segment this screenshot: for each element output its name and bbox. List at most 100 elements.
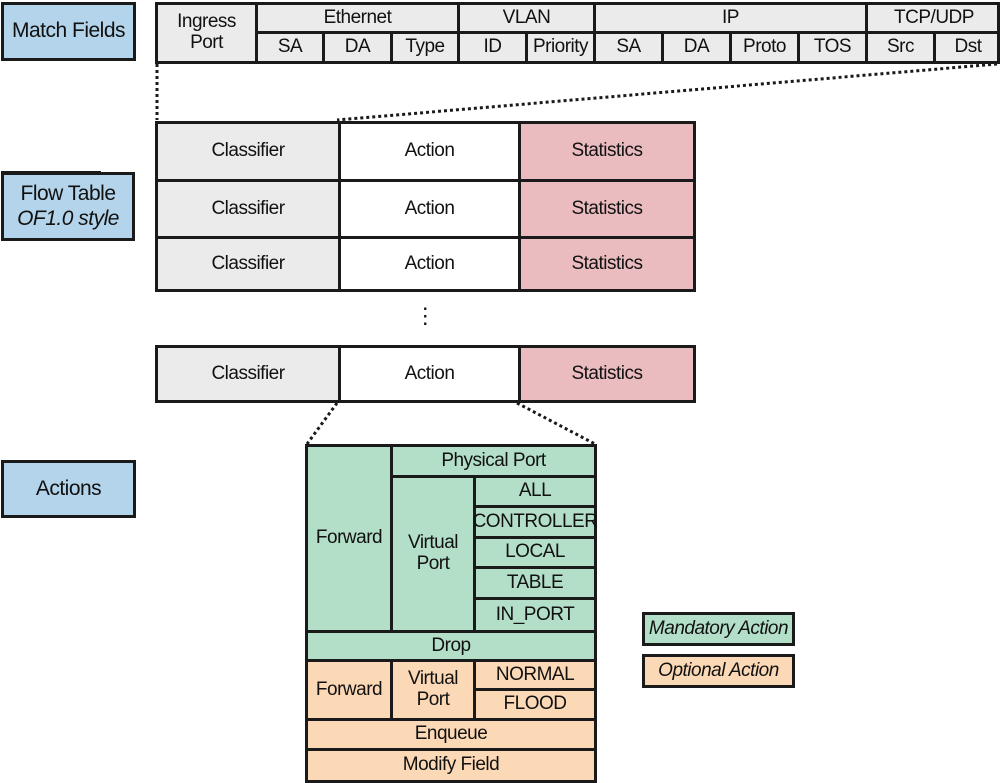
- field-name: Dst: [954, 36, 983, 58]
- field-name: Proto: [743, 36, 786, 58]
- field-name: SA: [277, 36, 303, 58]
- connector-match-right: [336, 62, 998, 122]
- drop-text: Drop: [431, 634, 471, 656]
- virtual-port-all: ALL: [476, 478, 594, 505]
- ingress-port-cell: Ingress Port: [158, 5, 255, 61]
- statistics-text: Statistics: [571, 197, 643, 219]
- virtual-port-controller: CONTROLLER: [473, 508, 598, 536]
- mandatory-virtual-port-cell: Virtual Port: [393, 478, 473, 630]
- action-cell: Action: [338, 179, 518, 236]
- modify-field-text: Modify Field: [402, 754, 500, 776]
- classifier-text: Classifier: [211, 362, 285, 384]
- statistics-cell: Statistics: [518, 236, 693, 289]
- classifier-text: Classifier: [211, 140, 285, 162]
- flow-table-label-text: Flow Table: [20, 182, 117, 206]
- optional-forward-cell: Forward: [308, 662, 390, 718]
- group-name: VLAN: [502, 6, 551, 28]
- field-name: SA: [616, 36, 641, 58]
- legend-optional: Optional Action: [642, 654, 795, 688]
- ingress-port-text: Ingress Port: [177, 11, 236, 53]
- statistics-cell: Statistics: [518, 348, 693, 400]
- virtual-port-in-port: IN_PORT: [476, 600, 594, 630]
- mandatory-forward-cell: Forward: [308, 447, 390, 630]
- field-name: Src: [887, 36, 915, 58]
- statistics-text: Statistics: [571, 140, 643, 162]
- group-name: IP: [722, 6, 739, 28]
- flow-table: Classifier Action Statistics Classifier …: [155, 121, 696, 292]
- action-cell: Action: [338, 124, 518, 179]
- virtual-port-normal: NORMAL: [476, 662, 594, 688]
- flow-table-last-row: Classifier Action Statistics: [155, 345, 696, 403]
- virtual-port-name: LOCAL: [505, 541, 565, 563]
- virtual-port-local: LOCAL: [476, 539, 594, 566]
- group-name: Ethernet: [323, 6, 392, 28]
- drop-cell: Drop: [308, 633, 594, 659]
- legend-mandatory: Mandatory Action: [642, 612, 795, 646]
- statistics-text: Statistics: [571, 362, 643, 384]
- action-text: Action: [404, 252, 455, 274]
- match-fields-label-text: Match Fields: [11, 19, 126, 43]
- statistics-text: Statistics: [571, 252, 643, 274]
- classifier-cell: Classifier: [158, 124, 338, 179]
- field-eth-sa: SA: [255, 34, 322, 61]
- virtual-port-name: NORMAL: [495, 663, 575, 685]
- classifier-cell: Classifier: [158, 348, 338, 400]
- group-name: TCP/UDP: [894, 6, 974, 28]
- action-text: Action: [404, 362, 455, 384]
- action-text: Action: [404, 140, 455, 162]
- field-name: TOS: [813, 36, 852, 58]
- statistics-cell: Statistics: [518, 179, 693, 236]
- virtual-port-name: FLOOD: [503, 693, 567, 715]
- field-eth-da: DA: [322, 34, 390, 61]
- virtual-port-text: Virtual Port: [407, 532, 459, 574]
- physical-port-cell: Physical Port: [393, 447, 594, 475]
- virtual-port-text: Virtual Port: [407, 668, 459, 710]
- field-tcp-src: Src: [865, 34, 933, 61]
- field-name: Priority: [532, 36, 589, 58]
- classifier-text: Classifier: [211, 252, 285, 274]
- actions-label: Actions: [1, 460, 136, 518]
- classifier-cell: Classifier: [158, 236, 338, 289]
- field-name: DA: [344, 36, 371, 58]
- virtual-port-name: IN_PORT: [495, 603, 575, 625]
- enqueue-text: Enqueue: [414, 723, 488, 745]
- virtual-port-table: TABLE: [476, 569, 594, 597]
- field-eth-type: Type: [390, 34, 457, 61]
- field-vlan-id: ID: [457, 34, 525, 61]
- optional-virtual-port-cell: Virtual Port: [393, 662, 473, 718]
- enqueue-cell: Enqueue: [308, 721, 594, 748]
- flow-table-label-subtitle: OF1.0 style: [17, 206, 119, 230]
- match-fields-label: Match Fields: [1, 2, 136, 61]
- legend-optional-text: Optional Action: [658, 659, 779, 681]
- field-name: ID: [483, 36, 503, 58]
- group-ethernet: Ethernet: [255, 5, 457, 34]
- actions-label-text: Actions: [35, 476, 102, 500]
- field-ip-da: DA: [661, 34, 729, 61]
- ellipsis-text: ⋮: [414, 302, 436, 328]
- modify-field-cell: Modify Field: [308, 751, 594, 780]
- action-cell: Action: [338, 236, 518, 289]
- classifier-cell: Classifier: [158, 179, 338, 236]
- match-fields-table: Ingress Port Ethernet VLAN IP TCP/UDP SA…: [155, 2, 1000, 64]
- field-ip-sa: SA: [593, 34, 661, 61]
- statistics-cell: Statistics: [518, 124, 693, 179]
- field-ip-proto: Proto: [729, 34, 797, 61]
- connector-action-left: [305, 402, 339, 445]
- flow-table-label: Flow Table OF1.0 style: [1, 172, 135, 241]
- virtual-port-name: TABLE: [506, 571, 564, 593]
- field-ip-tos: TOS: [797, 34, 865, 61]
- classifier-text: Classifier: [211, 197, 285, 219]
- group-tcp-udp: TCP/UDP: [865, 5, 1000, 34]
- legend-mandatory-text: Mandatory Action: [648, 617, 789, 639]
- action-text: Action: [404, 197, 455, 219]
- field-vlan-priority: Priority: [525, 34, 593, 61]
- group-ip: IP: [593, 5, 865, 34]
- physical-port-text: Physical Port: [441, 449, 546, 471]
- field-name: DA: [683, 36, 710, 58]
- field-tcp-dst: Dst: [933, 34, 1000, 61]
- forward-text: Forward: [315, 678, 383, 700]
- virtual-port-name: ALL: [518, 480, 552, 502]
- ellipsis-vertical: ⋮: [405, 300, 445, 332]
- connector-action-right: [516, 401, 596, 446]
- actions-table: Forward Physical Port Virtual Port ALL C…: [305, 444, 598, 783]
